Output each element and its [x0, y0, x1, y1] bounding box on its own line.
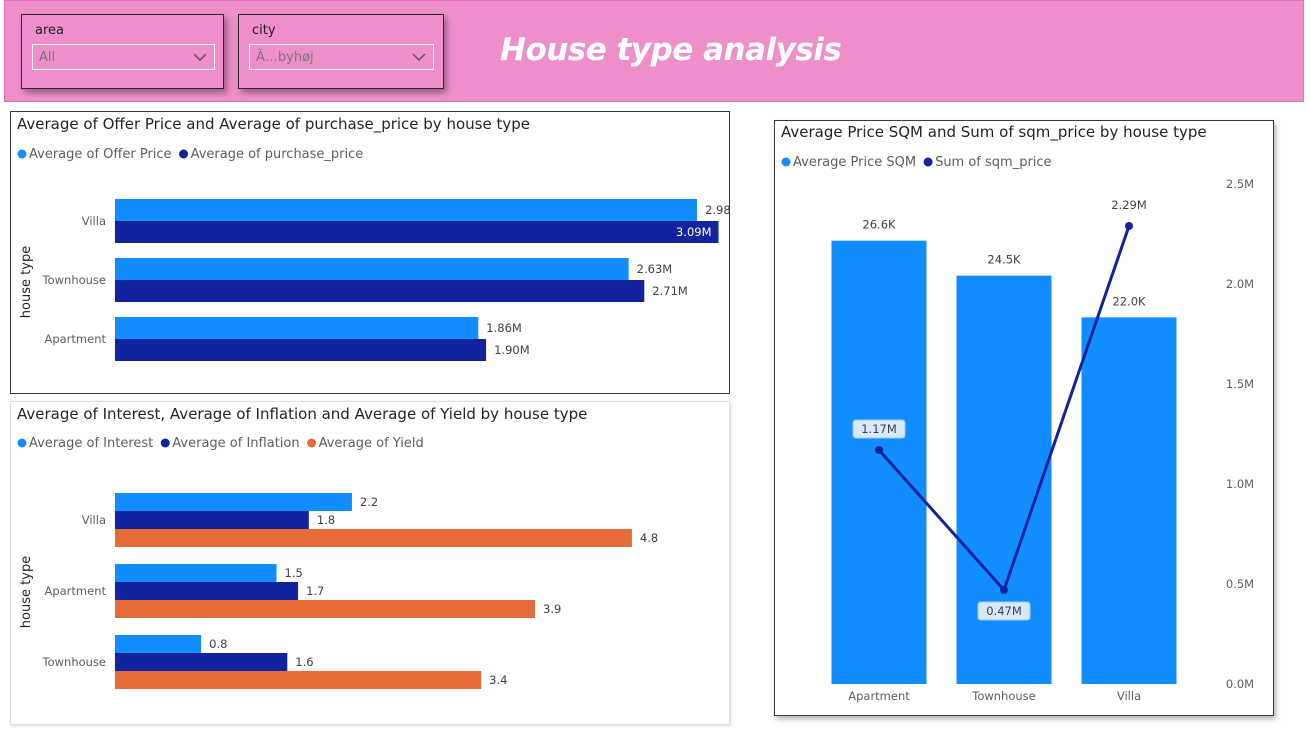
legend-label-0: Average Price SQM — [793, 155, 916, 170]
data-label: 1.90M — [494, 343, 530, 357]
bar — [956, 275, 1052, 684]
data-label: 2.63M — [637, 262, 673, 276]
category-label: Townhouse — [42, 273, 106, 287]
y-axis-title: house type — [19, 246, 34, 318]
bar — [115, 653, 288, 671]
chart-title: Average Price SQM and Sum of sqm_price b… — [781, 123, 1207, 142]
price-sqm-chart: Average Price SQM and Sum of sqm_price b… — [781, 123, 1254, 703]
line-data-label: 1.17M — [861, 422, 897, 436]
category-label: Townhouse — [42, 655, 106, 669]
bar — [115, 635, 202, 653]
category-label: Villa — [82, 513, 106, 527]
legend-label-0: Average of Offer Price — [29, 147, 172, 162]
chevron-down-icon — [193, 53, 207, 62]
area-dropdown[interactable]: All — [32, 44, 215, 70]
bar — [115, 199, 698, 221]
bar — [115, 280, 645, 302]
offer-purchase-chart: Average of Offer Price and Average of pu… — [17, 115, 729, 361]
area-slicer: area All — [21, 14, 224, 89]
legend-label-2: Average of Yield — [319, 436, 424, 451]
data-label: 2.98M — [705, 203, 729, 217]
legend-marker-0 — [781, 157, 791, 167]
area-dropdown-value: All — [39, 50, 56, 65]
legend-marker-0 — [17, 438, 27, 448]
category-label: Apartment — [44, 584, 106, 598]
data-label: 26.6K — [862, 218, 896, 232]
right-axis-tick: 2.5M — [1226, 177, 1254, 191]
bar — [115, 258, 629, 280]
city-dropdown[interactable]: Ã…byhøj — [249, 44, 434, 70]
legend-label-1: Average of Inflation — [172, 436, 299, 451]
area-slicer-label: area — [35, 23, 64, 38]
bar — [1081, 317, 1177, 684]
legend-label-1: Sum of sqm_price — [935, 155, 1052, 170]
bar — [115, 493, 352, 511]
right-axis-tick: 2.0M — [1226, 277, 1254, 291]
city-slicer-label: city — [252, 23, 276, 38]
bar — [115, 511, 309, 529]
data-label: 2.2 — [360, 495, 378, 509]
category-label: Townhouse — [971, 689, 1035, 703]
data-label: 1.86M — [486, 321, 522, 335]
bar — [115, 317, 479, 339]
line-point — [875, 446, 883, 454]
data-label: 1.7 — [306, 584, 324, 598]
bar — [831, 240, 927, 684]
data-label: 0.8 — [209, 637, 227, 651]
bar — [115, 339, 487, 361]
interest-inflation-yield-chart-panel[interactable]: Average of Interest, Average of Inflatio… — [10, 401, 730, 725]
bar — [115, 564, 277, 582]
chevron-down-icon — [412, 53, 426, 62]
line-data-label: 2.29M — [1111, 198, 1147, 212]
bar — [115, 221, 719, 243]
page-title: House type analysis — [500, 32, 842, 68]
data-label: 3.09M — [676, 225, 712, 239]
right-axis-tick: 1.0M — [1226, 477, 1254, 491]
bar — [115, 582, 299, 600]
chart-title: Average of Offer Price and Average of pu… — [17, 115, 530, 134]
right-axis-tick: 0.0M — [1226, 677, 1254, 691]
line-data-label: 0.47M — [986, 604, 1022, 618]
data-label: 1.5 — [285, 566, 303, 580]
legend-marker-0 — [17, 149, 27, 159]
data-label: 4.8 — [640, 531, 658, 545]
category-label: Villa — [1117, 689, 1141, 703]
data-label: 1.8 — [317, 513, 335, 527]
data-label: 3.9 — [543, 602, 561, 616]
line-point — [1125, 222, 1133, 230]
chart-title: Average of Interest, Average of Inflatio… — [17, 405, 587, 423]
price-sqm-chart-panel[interactable]: Average Price SQM and Sum of sqm_price b… — [774, 120, 1274, 716]
legend-marker-1 — [160, 438, 170, 448]
legend-marker-2 — [307, 438, 317, 448]
interest-inflation-yield-chart: Average of Interest, Average of Inflatio… — [17, 405, 658, 689]
category-label: Apartment — [848, 689, 910, 703]
data-label: 24.5K — [987, 253, 1021, 267]
legend-marker-1 — [179, 149, 189, 159]
legend-label-0: Average of Interest — [29, 436, 153, 451]
offer-purchase-chart-panel[interactable]: Average of Offer Price and Average of pu… — [10, 111, 730, 394]
category-label: Villa — [82, 214, 106, 228]
legend-marker-1 — [923, 157, 933, 167]
data-label: 1.6 — [295, 655, 313, 669]
data-label: 22.0K — [1112, 294, 1146, 308]
bar — [115, 529, 632, 547]
bar — [115, 600, 535, 618]
right-axis-tick: 1.5M — [1226, 377, 1254, 391]
line-point — [1000, 586, 1008, 594]
data-label: 3.4 — [489, 673, 507, 687]
y-axis-title: house type — [19, 556, 34, 628]
legend-label-1: Average of purchase_price — [191, 147, 364, 162]
city-slicer: city Ã…byhøj — [238, 14, 444, 89]
category-label: Apartment — [44, 332, 106, 346]
city-dropdown-value: Ã…byhøj — [256, 50, 314, 65]
bar — [115, 671, 482, 689]
right-axis-tick: 0.5M — [1226, 577, 1254, 591]
data-label: 2.71M — [652, 284, 688, 298]
